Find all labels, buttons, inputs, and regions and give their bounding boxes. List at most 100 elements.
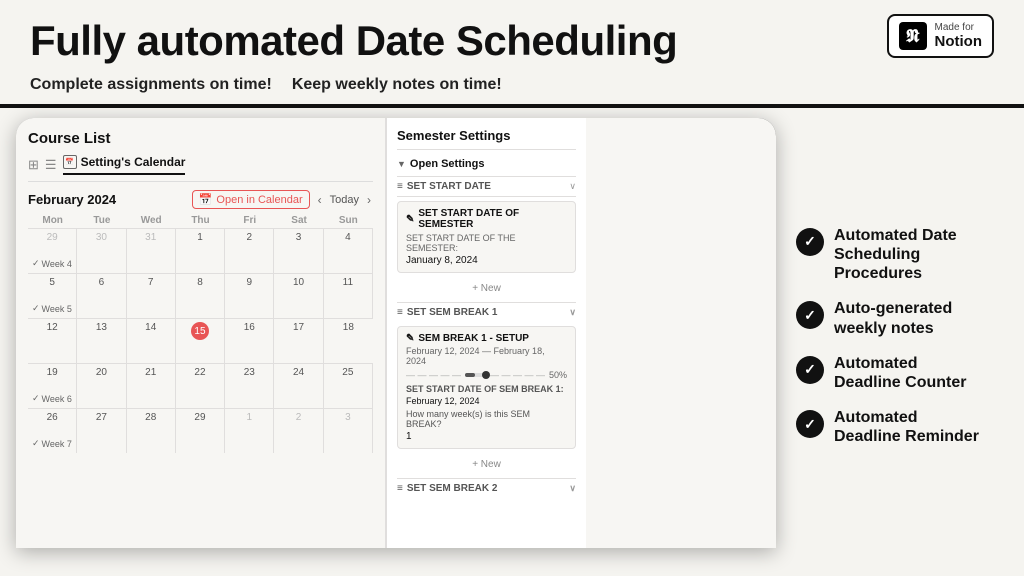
- calendar-open-icon: 📅: [199, 193, 213, 206]
- triangle-icon: ▼: [397, 159, 406, 169]
- next-month-arrow[interactable]: ›: [365, 193, 373, 207]
- check-circle-2: ✓: [796, 301, 824, 329]
- break-1-dates: February 12, 2024 — February 18, 2024: [406, 346, 567, 366]
- notion-n-icon: 𝕹: [899, 22, 927, 50]
- set-start-date-label: ≡ SET START DATE: [397, 181, 491, 192]
- progress-dot: [482, 371, 490, 379]
- calendar-nav: 📅 Open in Calendar ‹ Today ›: [192, 190, 373, 209]
- day-mon: Mon: [28, 215, 77, 226]
- list-view-icon[interactable]: ☰: [45, 157, 57, 173]
- cal-cell-9: 9: [225, 274, 274, 318]
- calendar-week-5: 26 27 28 29 1 2 3 ✓Week 7: [28, 408, 373, 453]
- cal-cell-22: 22: [176, 364, 225, 408]
- break-1-title: ✎ SEM BREAK 1 - SETUP: [406, 333, 567, 344]
- cal-cell-16: 16: [225, 319, 274, 363]
- cal-cell-29b: 29: [176, 409, 225, 453]
- chevron-down-icon-2: ∨: [569, 307, 576, 318]
- feature-item-3: ✓ AutomatedDeadline Counter: [796, 354, 1004, 392]
- checkmark-4: ✓: [804, 416, 816, 433]
- semester-settings-panel: Semester Settings ▼ Open Settings ≡ SET …: [386, 118, 586, 548]
- subtitle-part1: Complete assignments on time!: [30, 76, 272, 94]
- feature-text-4: AutomatedDeadline Reminder: [834, 408, 979, 446]
- cal-cell-feb1: 1: [176, 229, 225, 273]
- check-circle-3: ✓: [796, 356, 824, 384]
- cal-cell-4: 4: [324, 229, 373, 273]
- device-inner: Course List ⊞ ☰ 📅 Setting's Calendar Feb…: [16, 118, 776, 548]
- notion-text: Made for Notion: [935, 22, 982, 50]
- chevron-down-icon: ∨: [569, 181, 576, 192]
- sem-break-1-header: ≡ SET SEM BREAK 1 ∨: [397, 302, 576, 322]
- day-tue: Tue: [77, 215, 126, 226]
- cal-cell-17: 17: [274, 319, 323, 363]
- start-date-item-title: ✎ SET START DATE OF SEMESTER: [406, 208, 567, 230]
- week-5-label: ✓Week 5: [32, 303, 72, 314]
- week-7-label: ✓Week 7: [32, 438, 72, 449]
- device-frame: Course List ⊞ ☰ 📅 Setting's Calendar Feb…: [16, 118, 776, 548]
- progress-track: [465, 373, 486, 377]
- feature-text-2: Auto-generatedweekly notes: [834, 299, 952, 337]
- cal-cell-21: 21: [127, 364, 176, 408]
- features-list: ✓ Automated DateScheduling Procedures ✓ …: [776, 108, 1024, 564]
- cal-cell-15-today: 15: [176, 319, 225, 363]
- grid-view-icon[interactable]: ⊞: [28, 157, 39, 173]
- calendar-small-icon: 📅: [63, 155, 77, 169]
- cal-cell-13: 13: [77, 319, 126, 363]
- week-4-label: ✓Week 4: [32, 258, 72, 269]
- cal-cell-12: 12: [28, 319, 77, 363]
- start-date-item-value: January 8, 2024: [406, 255, 567, 266]
- break-start-date-value: February 12, 2024: [406, 396, 567, 406]
- feature-text-1: Automated DateScheduling Procedures: [834, 226, 1004, 284]
- cal-cell-mar3: 3: [324, 409, 373, 453]
- top-section: Fully automated Date Scheduling Complete…: [0, 0, 1024, 104]
- cal-cell-27: 27: [77, 409, 126, 453]
- cal-cell-6: 6: [77, 274, 126, 318]
- feature-item-2: ✓ Auto-generatedweekly notes: [796, 299, 1004, 337]
- cal-cell-14: 14: [127, 319, 176, 363]
- day-sat: Sat: [274, 215, 323, 226]
- start-date-item: ✎ SET START DATE OF SEMESTER SET START D…: [397, 201, 576, 273]
- calendar-month-year: February 2024: [28, 192, 116, 207]
- filter-icon-3: ≡: [397, 483, 403, 494]
- break-weeks-question: How many week(s) is this SEM BREAK?: [406, 409, 567, 429]
- checkmark-1: ✓: [804, 233, 816, 250]
- break-start-date-label: SET START DATE OF SEM BREAK 1:: [406, 384, 567, 394]
- content-area: Course List ⊞ ☰ 📅 Setting's Calendar Feb…: [0, 108, 1024, 564]
- open-in-calendar-button[interactable]: 📅 Open in Calendar: [192, 190, 310, 209]
- cal-cell-11: 11: [324, 274, 373, 318]
- course-list-title: Course List: [28, 130, 373, 147]
- sem-break-2-label: ≡ SET SEM BREAK 2: [397, 483, 497, 494]
- day-sun: Sun: [324, 215, 373, 226]
- break-weeks-answer: 1: [406, 431, 567, 442]
- feature-text-3: AutomatedDeadline Counter: [834, 354, 966, 392]
- sem-break-2-header: ≡ SET SEM BREAK 2 ∨: [397, 478, 576, 498]
- day-wed: Wed: [127, 215, 176, 226]
- checkmark-3: ✓: [804, 361, 816, 378]
- new-button-1[interactable]: + New: [397, 279, 576, 298]
- week-6-label: ✓Week 6: [32, 393, 72, 404]
- calendar-grid: Mon Tue Wed Thu Fri Sat Sun 29 30 31 1: [28, 215, 373, 453]
- cal-cell-20: 20: [77, 364, 126, 408]
- filter-icon: ≡: [397, 181, 403, 192]
- cal-cell-mar2: 2: [274, 409, 323, 453]
- calendar-week-3: 12 13 14 15 16 17 18: [28, 318, 373, 363]
- today-btn[interactable]: Today: [330, 194, 359, 206]
- sem-break-1-item: ✎ SEM BREAK 1 - SETUP February 12, 2024 …: [397, 326, 576, 449]
- cal-cell-18: 18: [324, 319, 373, 363]
- notion-badge: 𝕹 Made for Notion: [887, 14, 994, 58]
- progress-bar-container: — — — — — — — — — — 50%: [406, 370, 567, 380]
- cal-cell-3: 3: [274, 229, 323, 273]
- prev-month-arrow[interactable]: ‹: [316, 193, 324, 207]
- new-button-2[interactable]: + New: [397, 455, 576, 474]
- check-circle-1: ✓: [796, 228, 824, 256]
- course-list-panel: Course List ⊞ ☰ 📅 Setting's Calendar Feb…: [16, 118, 386, 548]
- cal-cell-8: 8: [176, 274, 225, 318]
- day-fri: Fri: [225, 215, 274, 226]
- open-settings-toggle[interactable]: ▼ Open Settings: [397, 158, 576, 170]
- filter-icon-2: ≡: [397, 307, 403, 318]
- feature-item-1: ✓ Automated DateScheduling Procedures: [796, 226, 1004, 284]
- notion-made-for: Made for: [935, 22, 982, 33]
- calendar-week-4: 19 20 21 22 23 24 25 ✓Week 6: [28, 363, 373, 408]
- cal-cell-10: 10: [274, 274, 323, 318]
- calendar-tab[interactable]: 📅 Setting's Calendar: [63, 155, 186, 175]
- calendar-week-1: 29 30 31 1 2 3 4 ✓Week 4: [28, 228, 373, 273]
